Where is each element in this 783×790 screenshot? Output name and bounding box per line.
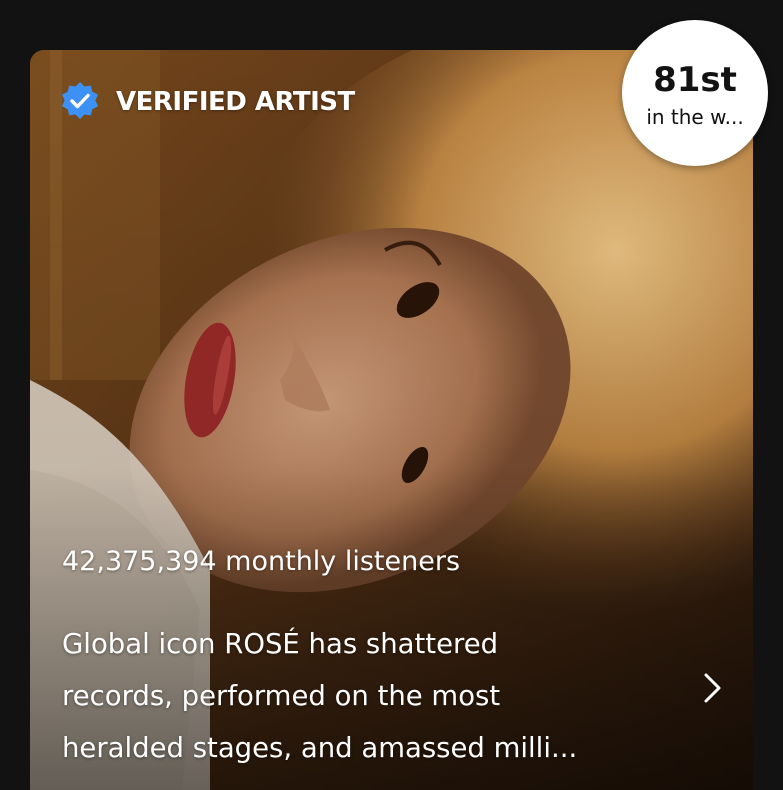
bio-line: heralded stages, and amassed milli... <box>62 732 578 764</box>
monthly-listeners: 42,375,394 monthly listeners <box>62 546 461 577</box>
world-rank-subtitle: in the w... <box>646 105 744 129</box>
world-rank-value: 81st <box>653 60 737 100</box>
artist-bio: Global icon ROSÉ has shattered records, … <box>62 618 662 774</box>
bio-line: records, performed on the most <box>62 680 501 712</box>
chevron-right-icon[interactable] <box>700 670 726 706</box>
verified-artist-label: VERIFIED ARTIST <box>116 87 355 117</box>
verified-artist-badge: VERIFIED ARTIST <box>58 80 355 124</box>
world-rank-badge[interactable]: 81st in the w... <box>622 20 768 166</box>
verified-badge-icon <box>58 80 102 124</box>
bio-line: Global icon ROSÉ has shattered <box>62 628 499 660</box>
artist-about-card[interactable]: VERIFIED ARTIST 42,375,394 monthly liste… <box>30 50 753 790</box>
page: VERIFIED ARTIST 42,375,394 monthly liste… <box>0 0 783 790</box>
